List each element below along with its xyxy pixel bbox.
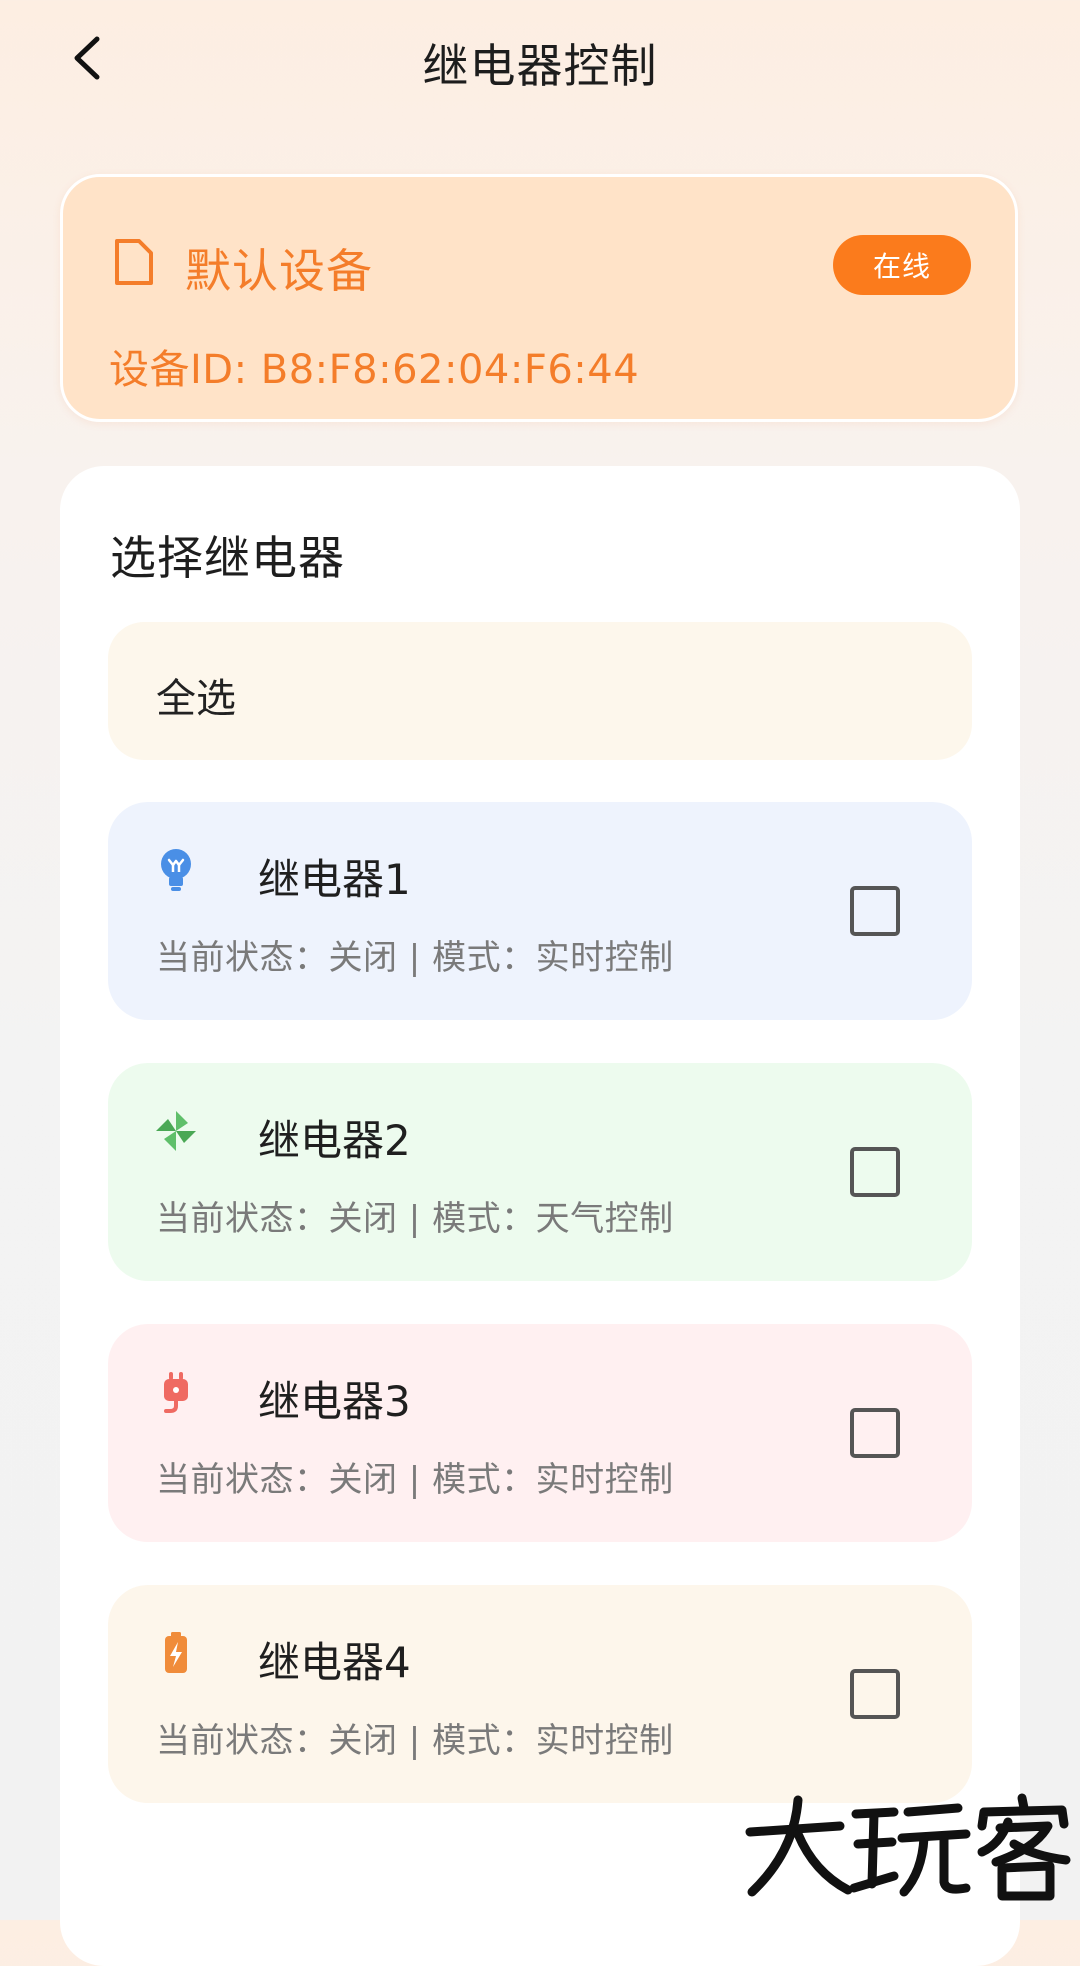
device-name: 默认设备 <box>185 244 373 298</box>
relay-checkbox[interactable] <box>850 1408 900 1458</box>
relay-name: 继电器4 <box>258 1638 411 1687</box>
page-title: 继电器控制 <box>422 39 658 93</box>
select-all-label: 全选 <box>156 676 236 722</box>
relay-name: 继电器3 <box>258 1377 411 1426</box>
relay-item-1[interactable]: 继电器1 当前状态：关闭 | 模式：实时控制 <box>108 802 972 1020</box>
device-card[interactable]: 默认设备 在线 设备ID: B8:F8:62:04:F6:44 <box>60 174 1018 422</box>
document-icon <box>115 239 153 285</box>
relay-status: 当前状态：关闭 | 模式：实时控制 <box>156 1460 674 1500</box>
relay-name: 继电器2 <box>258 1116 411 1165</box>
select-all-button[interactable]: 全选 <box>108 622 972 760</box>
relay-item-4[interactable]: 继电器4 当前状态：关闭 | 模式：实时控制 <box>108 1585 972 1803</box>
device-id: 设备ID: B8:F8:62:04:F6:44 <box>109 347 640 393</box>
relay-item-3[interactable]: 继电器3 当前状态：关闭 | 模式：实时控制 <box>108 1324 972 1542</box>
plug-icon <box>164 1372 188 1413</box>
status-badge: 在线 <box>833 235 971 295</box>
relay-checkbox[interactable] <box>850 1669 900 1719</box>
relay-checkbox[interactable] <box>850 886 900 936</box>
relay-status: 当前状态：关闭 | 模式：实时控制 <box>156 938 674 978</box>
relay-status: 当前状态：关闭 | 模式：实时控制 <box>156 1721 674 1761</box>
relay-checkbox[interactable] <box>850 1147 900 1197</box>
watermark-logo <box>745 1793 1071 1901</box>
battery-charging-icon <box>165 1632 187 1673</box>
relay-status: 当前状态：关闭 | 模式：天气控制 <box>156 1199 674 1239</box>
relay-name: 继电器1 <box>258 855 411 904</box>
relay-selection-panel: 选择继电器 全选 继电器1 当前状态：关闭 | 模式：实时控制 继电器2 当前状… <box>60 466 1020 1966</box>
pinwheel-icon <box>156 1111 196 1151</box>
relay-item-2[interactable]: 继电器2 当前状态：关闭 | 模式：天气控制 <box>108 1063 972 1281</box>
section-title: 选择继电器 <box>110 531 345 585</box>
lightbulb-icon <box>161 849 191 891</box>
app-header: 继电器控制 <box>0 0 1080 130</box>
